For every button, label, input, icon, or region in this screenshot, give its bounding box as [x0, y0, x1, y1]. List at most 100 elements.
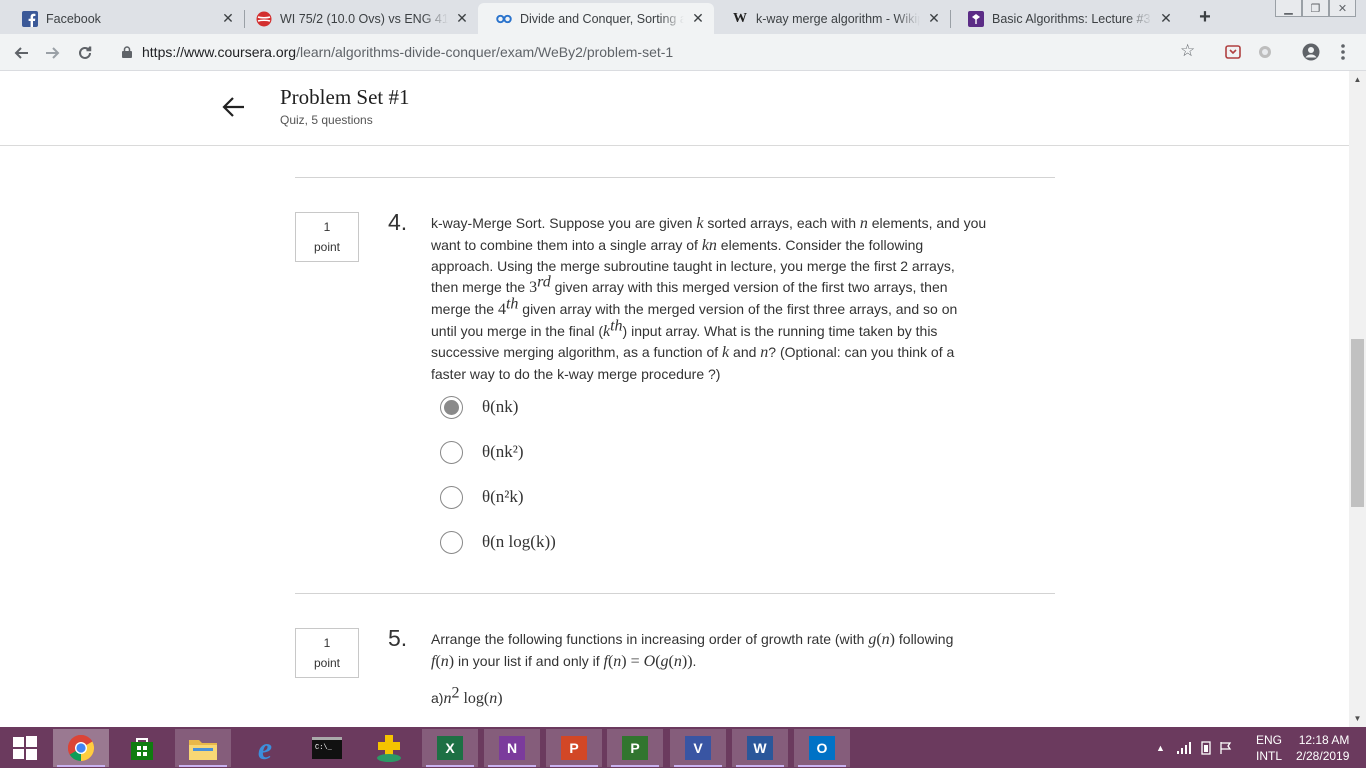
- close-tab-icon[interactable]: ✕: [690, 10, 706, 27]
- window-controls: ▁ ❐ ✕: [1275, 0, 1356, 18]
- project-icon: P: [622, 736, 648, 760]
- points-label: point: [313, 656, 341, 670]
- taskbar-store[interactable]: [114, 729, 170, 767]
- option-label: θ(n²k): [482, 487, 524, 506]
- points-value: 1: [323, 636, 331, 650]
- menu-kebab-icon[interactable]: [1334, 43, 1352, 61]
- restore-icon[interactable]: ❐: [1302, 0, 1329, 17]
- profile-avatar-icon[interactable]: [1302, 43, 1320, 61]
- taskbar-visio[interactable]: V: [670, 729, 726, 767]
- flag-icon[interactable]: [1219, 741, 1233, 755]
- facebook-icon: [22, 10, 38, 27]
- scroll-up-icon[interactable]: ▲: [1349, 71, 1366, 88]
- tab-title: Facebook: [46, 11, 101, 26]
- lock-icon: [122, 46, 134, 58]
- option-3[interactable]: θ(n²k): [440, 484, 524, 510]
- close-tab-icon[interactable]: ✕: [454, 10, 470, 27]
- close-tab-icon[interactable]: ✕: [926, 10, 942, 27]
- question-number: 4.: [388, 209, 408, 235]
- terminal-icon: C:\_: [312, 737, 342, 759]
- battery-icon[interactable]: [1199, 740, 1213, 755]
- taskbar-edge[interactable]: e: [237, 729, 293, 767]
- coursera-icon: [496, 11, 512, 27]
- clock-date: 2/28/2019: [1296, 748, 1350, 763]
- language-indicator[interactable]: ENG INTL: [1256, 727, 1282, 768]
- taskbar-word[interactable]: W: [732, 729, 788, 767]
- tab-cricket[interactable]: WI 75/2 (10.0 Ovs) vs ENG 418/6 ✕: [238, 3, 478, 34]
- tab-facebook[interactable]: Facebook ✕: [4, 3, 244, 34]
- close-tab-icon[interactable]: ✕: [220, 10, 236, 27]
- visio-icon: V: [685, 736, 711, 760]
- new-tab-button[interactable]: +: [1192, 6, 1218, 28]
- quiz-subtitle: Quiz, 5 questions: [280, 113, 373, 127]
- svg-text:C:\_: C:\_: [315, 744, 333, 752]
- start-button[interactable]: [0, 729, 50, 767]
- points-box: 1 point: [295, 628, 359, 678]
- scroll-down-icon[interactable]: ▼: [1349, 710, 1366, 727]
- radio-button[interactable]: [440, 485, 463, 509]
- taskbar-onenote[interactable]: N: [484, 729, 540, 767]
- clock[interactable]: 12:18 AM 2/28/2019: [1296, 727, 1349, 768]
- radio-button-selected[interactable]: [440, 395, 463, 419]
- radio-button[interactable]: [440, 440, 463, 464]
- game-app-icon: [377, 735, 401, 762]
- minimize-icon[interactable]: ▁: [1275, 0, 1302, 17]
- folder-icon: [189, 740, 217, 760]
- taskbar-file-explorer[interactable]: [175, 729, 231, 767]
- points-label: point: [313, 240, 341, 254]
- question-divider: [295, 177, 1055, 178]
- option-1[interactable]: θ(nk): [440, 394, 518, 420]
- page-scrollbar[interactable]: ▲ ▼: [1349, 71, 1366, 727]
- radio-button[interactable]: [440, 530, 463, 554]
- address-bar[interactable]: https://www.coursera.org/learn/algorithm…: [108, 38, 1214, 66]
- tab-lecture[interactable]: Basic Algorithms: Lecture #3 ✕: [950, 3, 1182, 34]
- cricket-icon: [256, 11, 272, 27]
- url-path: /learn/algorithms-divide-conquer/exam/We…: [296, 44, 674, 60]
- scroll-thumb[interactable]: [1351, 339, 1364, 507]
- show-hidden-icons-icon[interactable]: ▲: [1156, 743, 1165, 753]
- option-4[interactable]: θ(n log(k)): [440, 529, 556, 555]
- taskbar-terminal[interactable]: C:\_: [299, 729, 355, 767]
- browser-toolbar: https://www.coursera.org/learn/algorithm…: [0, 34, 1366, 71]
- bookmark-star-icon[interactable]: ☆: [1180, 41, 1195, 61]
- question-5-text: Arrange the following functions in incre…: [431, 631, 954, 670]
- taskbar-outlook[interactable]: O: [794, 729, 850, 767]
- lecture-icon: [968, 10, 984, 27]
- language-code: ENG: [1256, 732, 1283, 747]
- reload-icon[interactable]: [72, 40, 98, 66]
- back-arrow-icon[interactable]: [220, 93, 248, 121]
- question-4-text: k-way-Merge Sort. Suppose you are given …: [431, 215, 987, 382]
- option-2[interactable]: θ(nk²): [440, 439, 524, 465]
- system-tray: ▲: [1156, 727, 1233, 768]
- close-tab-icon[interactable]: ✕: [1158, 10, 1174, 27]
- tab-title: WI 75/2 (10.0 Ovs) vs ENG 418/6: [280, 11, 448, 26]
- back-icon[interactable]: [8, 40, 34, 66]
- wikipedia-icon: W: [733, 10, 747, 26]
- close-window-icon[interactable]: ✕: [1329, 0, 1356, 17]
- option-label: θ(nk): [482, 397, 519, 416]
- keyboard-layout: INTL: [1256, 748, 1283, 763]
- taskbar-excel[interactable]: X: [422, 729, 478, 767]
- signal-icon[interactable]: [1176, 741, 1193, 754]
- extension-circle-icon[interactable]: [1256, 43, 1274, 61]
- points-box: 1 point: [295, 212, 359, 262]
- tab-title: k-way merge algorithm - Wikipe: [756, 11, 920, 26]
- question-number: 5.: [388, 625, 408, 651]
- taskbar-chrome[interactable]: [53, 729, 109, 767]
- windows-logo-icon: [13, 736, 37, 760]
- taskbar-powerpoint[interactable]: P: [546, 729, 602, 767]
- chrome-icon: [67, 734, 95, 762]
- taskbar-project[interactable]: P: [607, 729, 663, 767]
- page-content: Problem Set #1 Quiz, 5 questions 1 point…: [0, 71, 1349, 727]
- function-a: a)n2 log(n): [431, 684, 503, 707]
- taskbar-game[interactable]: [361, 729, 417, 767]
- tab-title: Basic Algorithms: Lecture #3: [992, 11, 1151, 26]
- quiz-header: Problem Set #1 Quiz, 5 questions: [0, 71, 1349, 146]
- points-value: 1: [323, 220, 331, 234]
- tab-coursera[interactable]: Divide and Conquer, Sorting and ✕: [478, 3, 714, 34]
- pocket-extension-icon[interactable]: [1224, 43, 1242, 61]
- store-icon: [131, 738, 153, 760]
- forward-icon[interactable]: [40, 40, 66, 66]
- onenote-icon: N: [499, 736, 525, 760]
- tab-wikipedia[interactable]: W k-way merge algorithm - Wikipe ✕: [714, 3, 950, 34]
